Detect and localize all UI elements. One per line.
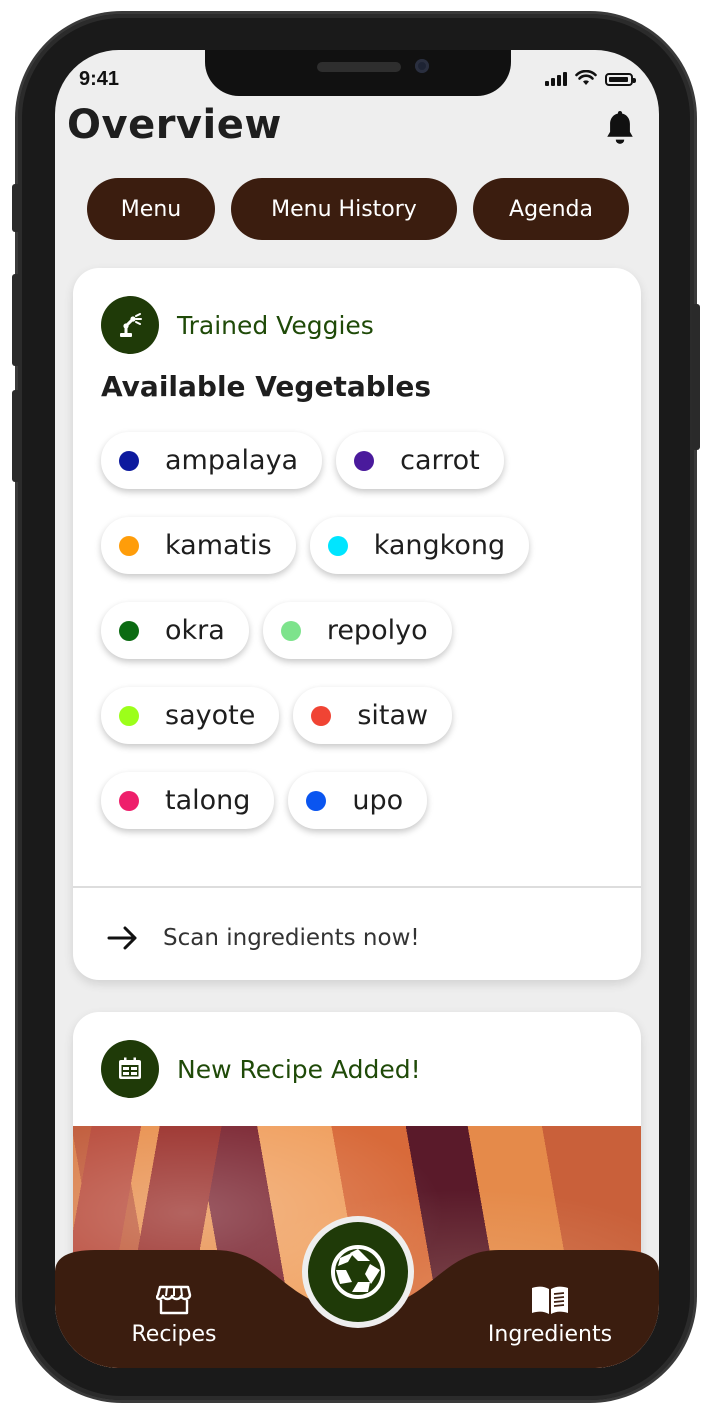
vegetable-label: talong bbox=[165, 785, 251, 816]
vegetable-chip-kamatis[interactable]: kamatis bbox=[101, 517, 296, 574]
vegetable-label: carrot bbox=[400, 445, 480, 476]
vegetable-label: ampalaya bbox=[165, 445, 299, 476]
vegetable-label: kamatis bbox=[165, 530, 272, 561]
vegetable-label: kangkong bbox=[373, 530, 506, 561]
camera-shutter-icon bbox=[331, 1245, 385, 1299]
scan-ingredients-label: Scan ingredients now! bbox=[163, 925, 420, 951]
camera-fab-button[interactable] bbox=[308, 1222, 408, 1322]
trained-veggies-card: Trained Veggies Available Vegetables amp… bbox=[73, 268, 641, 980]
vegetable-chip-ampalaya[interactable]: ampalaya bbox=[101, 432, 323, 489]
status-time: 9:41 bbox=[79, 68, 120, 90]
front-camera bbox=[415, 59, 429, 73]
tab-recipes-label: Recipes bbox=[131, 1322, 217, 1347]
vegetable-label: sayote bbox=[165, 700, 256, 731]
scan-ingredients-link[interactable]: Scan ingredients now! bbox=[107, 924, 420, 952]
tab-ingredients[interactable]: Ingredients bbox=[475, 1284, 625, 1347]
store-icon bbox=[156, 1285, 192, 1315]
wifi-icon bbox=[575, 70, 597, 85]
menu-history-pill[interactable]: Menu History bbox=[231, 178, 457, 240]
new-recipe-header: New Recipe Added! bbox=[101, 1040, 421, 1098]
calendar-icon bbox=[101, 1040, 159, 1098]
vegetable-label: okra bbox=[165, 615, 225, 646]
vegetable-chip-sayote[interactable]: sayote bbox=[101, 687, 280, 744]
vegetable-chip-sitaw[interactable]: sitaw bbox=[293, 687, 453, 744]
color-dot bbox=[327, 535, 348, 556]
vegetable-chip-upo[interactable]: upo bbox=[288, 772, 428, 829]
new-recipe-label: New Recipe Added! bbox=[177, 1054, 421, 1084]
agenda-pill[interactable]: Agenda bbox=[473, 178, 629, 240]
vegetable-chip-kangkong[interactable]: kangkong bbox=[309, 517, 530, 574]
tab-ingredients-label: Ingredients bbox=[487, 1322, 613, 1347]
robot-arm-icon bbox=[101, 296, 159, 354]
color-dot bbox=[280, 620, 301, 641]
tab-recipes[interactable]: Recipes bbox=[109, 1284, 239, 1347]
available-vegetables-title: Available Vegetables bbox=[101, 370, 432, 403]
color-dot bbox=[354, 450, 375, 471]
color-dot bbox=[119, 535, 139, 556]
volume-up-button bbox=[12, 274, 20, 366]
vegetable-chip-talong[interactable]: talong bbox=[101, 772, 275, 829]
page-title: Overview bbox=[67, 102, 282, 148]
vegetable-label: sitaw bbox=[357, 700, 429, 731]
vegetable-chip-repolyo[interactable]: repolyo bbox=[262, 602, 452, 659]
vegetable-chip-carrot[interactable]: carrot bbox=[336, 432, 504, 489]
status-icons bbox=[545, 70, 636, 86]
book-icon bbox=[532, 1286, 568, 1314]
mute-switch bbox=[12, 184, 20, 232]
color-dot bbox=[119, 705, 139, 726]
power-button bbox=[692, 304, 700, 450]
color-dot bbox=[306, 790, 327, 811]
card-divider bbox=[73, 886, 641, 888]
arrow-right-icon bbox=[107, 926, 137, 950]
vegetable-chip-list: ampalaya carrot kamatis kangkong okra re… bbox=[101, 432, 621, 857]
volume-down-button bbox=[12, 390, 20, 482]
screen: 9:41 Overview Menu Menu History Agenda T… bbox=[55, 50, 659, 1368]
nav-pill-row: Menu Menu History Agenda bbox=[87, 178, 629, 240]
menu-pill[interactable]: Menu bbox=[87, 178, 215, 240]
trained-veggies-header: Trained Veggies bbox=[101, 296, 374, 354]
trained-veggies-label: Trained Veggies bbox=[177, 310, 374, 340]
color-dot bbox=[311, 705, 332, 726]
color-dot bbox=[119, 620, 139, 641]
bell-icon[interactable] bbox=[603, 110, 637, 148]
notch bbox=[205, 50, 511, 96]
battery-icon bbox=[605, 73, 636, 86]
color-dot bbox=[119, 450, 139, 471]
speaker bbox=[317, 62, 401, 72]
color-dot bbox=[119, 790, 139, 811]
vegetable-label: upo bbox=[352, 785, 404, 816]
vegetable-label: repolyo bbox=[326, 615, 428, 646]
signal-icon bbox=[545, 72, 567, 86]
vegetable-chip-okra[interactable]: okra bbox=[101, 602, 249, 659]
